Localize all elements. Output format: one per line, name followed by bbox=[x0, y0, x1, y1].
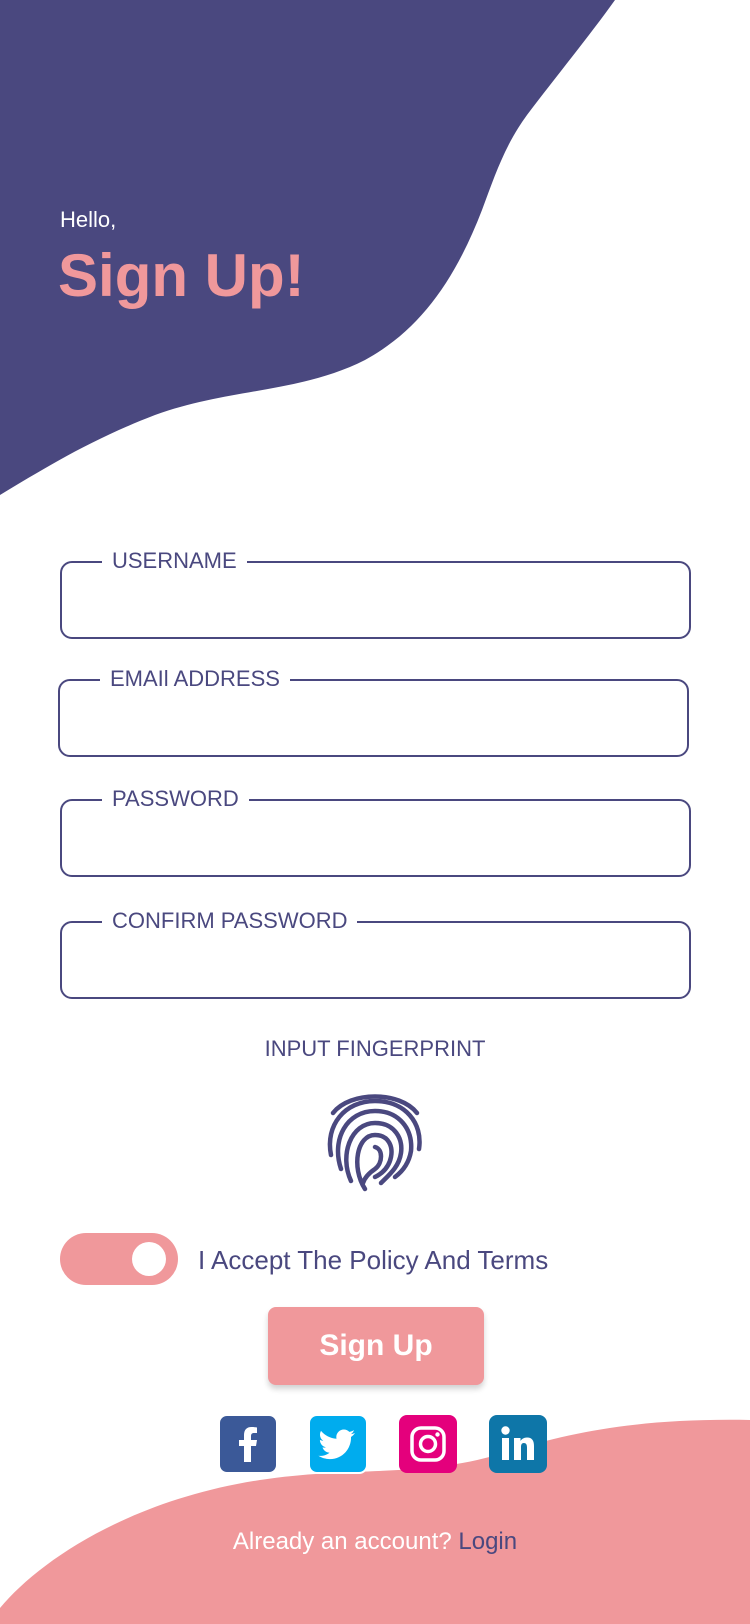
footer-login-prompt: Already an account? Login bbox=[0, 1528, 750, 1556]
linkedin-button[interactable] bbox=[488, 1414, 548, 1474]
instagram-button[interactable] bbox=[398, 1414, 458, 1474]
accept-terms-label: I Accept The Policy And Terms bbox=[198, 1245, 549, 1275]
footer-wave-background bbox=[0, 1419, 750, 1624]
twitter-icon bbox=[308, 1414, 368, 1474]
signup-button[interactable]: Sign Up bbox=[268, 1307, 484, 1385]
greeting-text: Hello, bbox=[60, 207, 117, 232]
fingerprint-icon[interactable] bbox=[325, 1085, 425, 1193]
instagram-icon bbox=[399, 1415, 457, 1473]
password-field[interactable]: PASSWORD bbox=[60, 785, 691, 877]
accept-terms-toggle[interactable] bbox=[60, 1233, 178, 1285]
password-input[interactable] bbox=[82, 809, 669, 867]
email-field[interactable]: EMAIl ADDRESS bbox=[58, 665, 689, 757]
footer-text: Already an account? bbox=[232, 1528, 452, 1555]
twitter-button[interactable] bbox=[308, 1414, 368, 1474]
linkedin-icon bbox=[489, 1415, 547, 1473]
login-link[interactable]: Login bbox=[458, 1528, 517, 1555]
username-input[interactable] bbox=[82, 571, 669, 629]
username-field[interactable]: USERNAME bbox=[60, 547, 691, 639]
facebook-button[interactable] bbox=[218, 1414, 278, 1474]
email-input[interactable] bbox=[80, 689, 667, 747]
confirm-password-input[interactable] bbox=[82, 931, 669, 989]
toggle-knob bbox=[132, 1242, 166, 1276]
page-title: Sign Up! bbox=[58, 242, 305, 309]
confirm-password-field[interactable]: CONFIRM PASSWORD bbox=[60, 907, 691, 999]
fingerprint-label: INPUT FINGERPRINT bbox=[264, 1036, 486, 1061]
facebook-icon bbox=[218, 1414, 278, 1474]
